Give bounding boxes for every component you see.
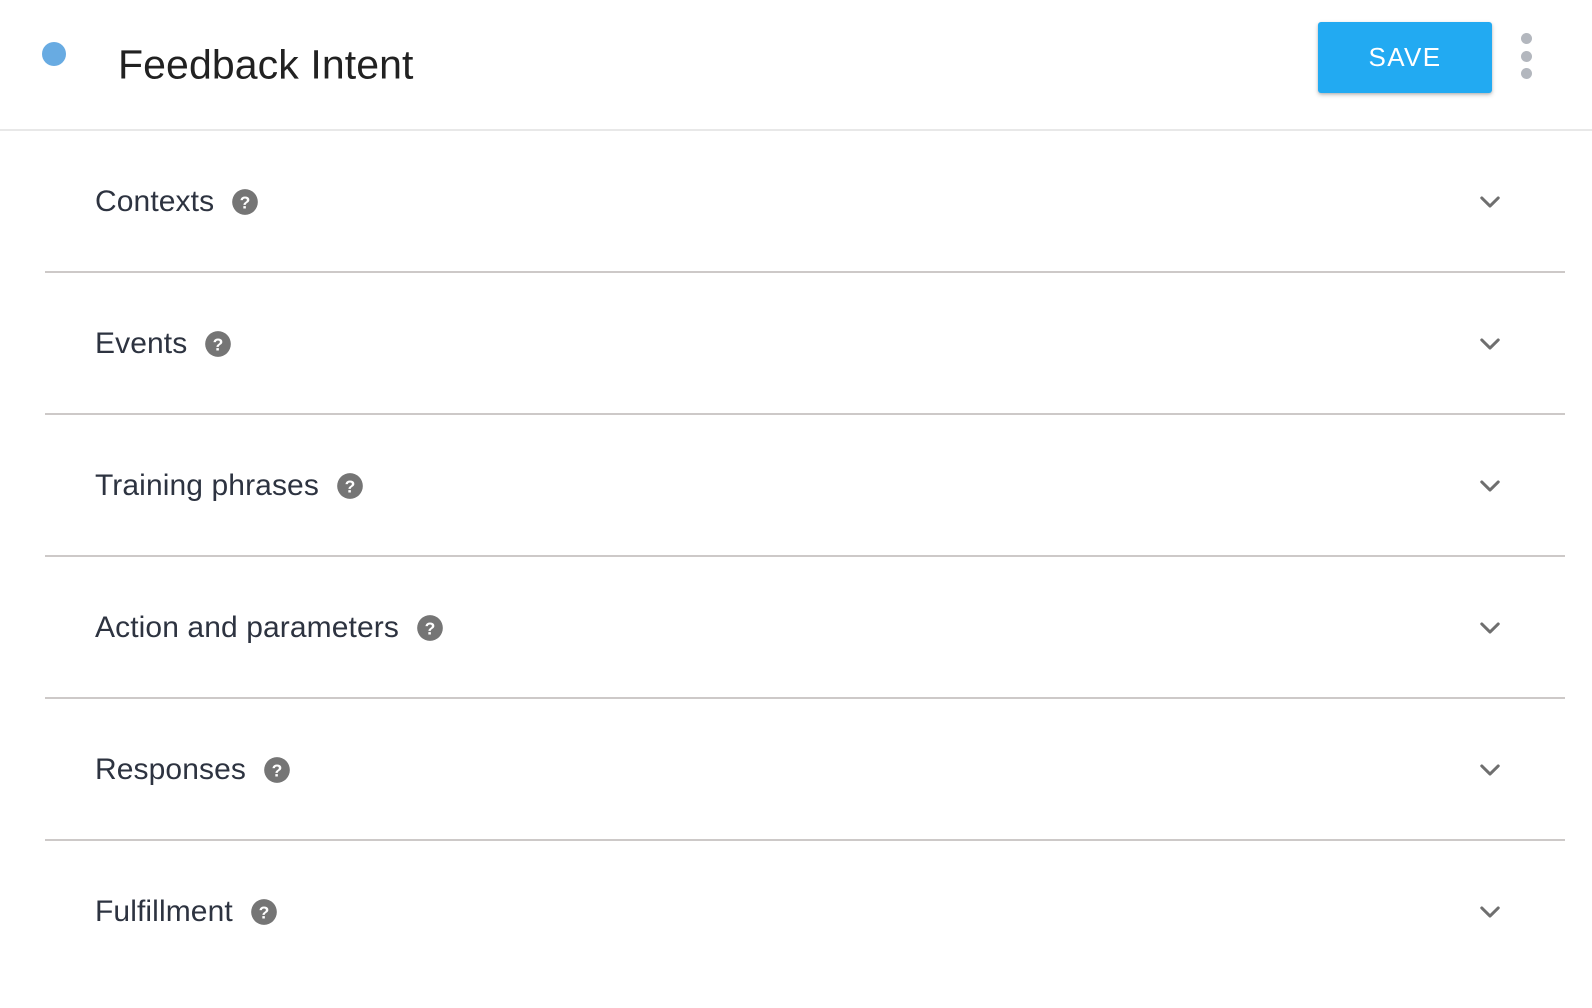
save-button[interactable]: SAVE xyxy=(1318,22,1492,93)
kebab-dot xyxy=(1520,68,1532,79)
section-header-training-phrases: Training phrases ? xyxy=(95,471,364,501)
section-header-action-and-parameters: Action and parameters ? xyxy=(95,613,444,643)
svg-text:?: ? xyxy=(213,334,224,354)
page-title: Feedback Intent xyxy=(118,41,414,87)
section-label: Responses xyxy=(95,753,246,786)
section-label: Action and parameters xyxy=(95,611,399,644)
section-label: Events xyxy=(95,327,188,360)
chevron-down-icon[interactable] xyxy=(1468,606,1512,650)
section-row-contexts[interactable]: Contexts ? xyxy=(0,131,1592,273)
svg-text:?: ? xyxy=(425,618,436,638)
help-circle-icon[interactable]: ? xyxy=(336,472,364,500)
section-label: Training phrases xyxy=(95,469,319,502)
svg-text:?: ? xyxy=(272,760,283,780)
section-label: Fulfillment xyxy=(95,895,233,928)
section-row-action-and-parameters[interactable]: Action and parameters ? xyxy=(0,557,1592,699)
svg-text:?: ? xyxy=(345,476,356,496)
section-row-responses[interactable]: Responses ? xyxy=(0,699,1592,841)
section-header-contexts: Contexts ? xyxy=(95,187,259,217)
intent-editor-page: Feedback Intent SAVE Contexts ? Events ?… xyxy=(0,0,1592,1008)
help-circle-icon[interactable]: ? xyxy=(250,898,278,926)
kebab-dot xyxy=(1520,50,1532,62)
help-circle-icon[interactable]: ? xyxy=(416,614,444,642)
kebab-dot xyxy=(1520,33,1532,44)
section-row-training-phrases[interactable]: Training phrases ? xyxy=(0,415,1592,557)
help-circle-icon[interactable]: ? xyxy=(231,188,259,216)
section-list: Contexts ? Events ? Training phrases ? A… xyxy=(0,131,1592,983)
section-header-fulfillment: Fulfillment ? xyxy=(95,897,278,927)
svg-text:?: ? xyxy=(240,192,251,212)
section-label: Contexts xyxy=(95,185,215,218)
more-vert-icon[interactable] xyxy=(1504,30,1548,82)
page-header: Feedback Intent SAVE xyxy=(0,0,1592,131)
chevron-down-icon[interactable] xyxy=(1468,748,1512,792)
chevron-down-icon[interactable] xyxy=(1468,464,1512,508)
chevron-down-icon[interactable] xyxy=(1468,322,1512,366)
help-circle-icon[interactable]: ? xyxy=(263,756,291,784)
intent-status-dot xyxy=(42,42,66,66)
chevron-down-icon[interactable] xyxy=(1468,180,1512,224)
section-header-events: Events ? xyxy=(95,329,232,359)
section-row-fulfillment[interactable]: Fulfillment ? xyxy=(0,841,1592,983)
section-header-responses: Responses ? xyxy=(95,755,291,785)
svg-text:?: ? xyxy=(258,902,269,922)
section-row-events[interactable]: Events ? xyxy=(0,273,1592,415)
help-circle-icon[interactable]: ? xyxy=(204,330,232,358)
chevron-down-icon[interactable] xyxy=(1468,890,1512,934)
